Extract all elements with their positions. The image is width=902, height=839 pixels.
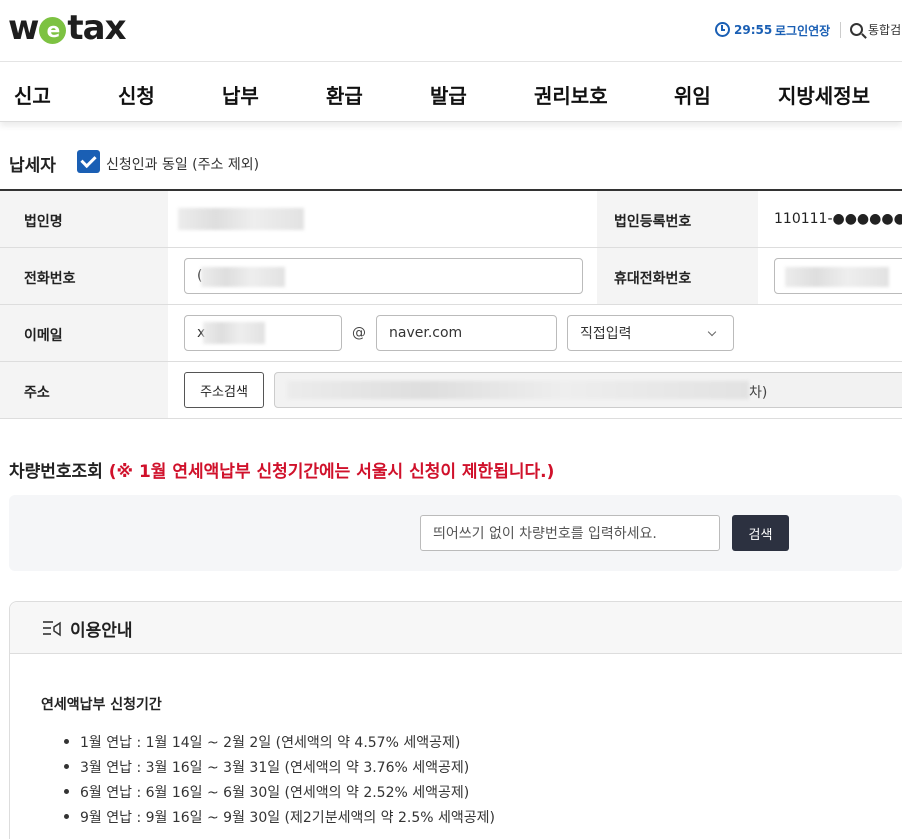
timer-value: 29:55 [734,22,773,37]
corp-name-label: 법인명 [0,191,168,247]
taxpayer-form: 법인명 법인등록번호 110111-●●●●●● 전화번호 ( 휴대전화번호 이… [0,189,902,419]
phone-value-redacted [201,267,285,287]
corp-reg-no-label: 법인등록번호 [597,191,758,247]
top-header: w e tax 29:55 로그인연장 통합검 [0,0,902,62]
usage-guide-title: 이용안내 [70,621,133,641]
address-value-redacted [287,381,749,399]
form-row-phone: 전화번호 ( 휴대전화번호 [0,248,902,305]
email-id-redacted [203,322,265,344]
address-field: 차) [274,372,902,408]
nav-item-refund[interactable]: 환급 [326,80,363,109]
taxpayer-title: 납세자 [9,156,56,176]
search-icon [850,23,863,36]
usage-guide-header: 이용안내 [10,602,902,654]
usage-guide-subtitle: 연세액납부 신청기간 [41,697,162,713]
corp-name-value-redacted [178,208,304,230]
nav-item-local-tax-info[interactable]: 지방세정보 [778,80,870,109]
vehicle-search-button[interactable]: 검색 [732,515,789,551]
vehicle-lookup-heading: 차량번호조회 [9,462,103,482]
logo-text-w: w [8,8,39,48]
integrated-search-button[interactable]: 통합검 [850,21,901,38]
integrated-search-label: 통합검 [868,23,902,37]
list-item: 1월 연납 : 1월 14일 ~ 2월 2일 (연세액의 약 4.57% 세액공… [62,732,495,757]
usage-guide-list: 1월 연납 : 1월 14일 ~ 2월 2일 (연세액의 약 4.57% 세액공… [62,732,495,832]
main-nav: 신고 신청 납부 환급 발급 권리보호 위임 지방세정보 [0,62,902,122]
phone-label: 전화번호 [0,248,168,304]
same-as-applicant-label[interactable]: 신청인과 동일 (주소 제외) [106,154,259,174]
form-row-address: 주소 주소검색 차) [0,362,902,419]
vehicle-lookup-title: 차량번호조회 (※ 1월 연세액납부 신청기간에는 서울시 신청이 제한됩니다.… [9,457,554,482]
header-divider [840,22,841,38]
list-item: 9월 연납 : 9월 16일 ~ 9월 30일 (제2기분세액의 약 2.5% … [62,807,495,832]
logo-e-badge: e [39,16,67,44]
corp-reg-no-value: 110111-●●●●●● [774,211,902,227]
list-item: 6월 연납 : 6월 16일 ~ 6월 30일 (연세액의 약 2.52% 세액… [62,782,495,807]
address-label: 주소 [0,362,168,418]
session-timer: 29:55 [715,22,772,37]
list-item: 3월 연납 : 3월 16일 ~ 3월 31일 (연세액의 약 3.76% 세액… [62,757,495,782]
mobile-value-redacted [785,267,889,287]
nav-item-issue[interactable]: 발급 [430,80,467,109]
mobile-label: 휴대전화번호 [597,248,758,304]
email-id-input[interactable]: x [184,315,342,351]
address-tail-text: 차) [749,385,768,401]
form-row-email: 이메일 x @ naver.com 직접입력 [0,305,902,362]
phone-input[interactable]: ( [184,258,583,294]
clock-icon [715,22,730,37]
email-domain-input[interactable]: naver.com [376,315,557,351]
wetax-logo[interactable]: w e tax [8,8,127,48]
nav-item-payment[interactable]: 납부 [222,80,259,109]
same-as-applicant-checkbox[interactable] [77,150,100,173]
form-row-corp: 법인명 법인등록번호 110111-●●●●●● [0,191,902,248]
guide-list-icon [43,621,61,637]
usage-guide-panel: 이용안내 연세액납부 신청기간 1월 연납 : 1월 14일 ~ 2월 2일 (… [9,601,902,839]
nav-item-delegate[interactable]: 위임 [674,80,711,109]
nav-item-rights[interactable]: 권리보호 [534,80,608,109]
email-domain-select-value: 직접입력 [580,326,632,342]
email-label: 이메일 [0,305,168,361]
vehicle-number-input[interactable]: 띄어쓰기 없이 차량번호를 입력하세요. [420,515,720,551]
nav-item-apply[interactable]: 신청 [118,80,155,109]
email-at-sign: @ [352,325,366,341]
address-search-button[interactable]: 주소검색 [184,372,264,408]
mobile-input[interactable] [774,258,902,294]
nav-item-report[interactable]: 신고 [14,80,51,109]
login-extend-button[interactable]: 로그인연장 [775,22,830,39]
chevron-down-icon [707,327,717,337]
email-domain-select[interactable]: 직접입력 [567,315,734,351]
vehicle-lookup-warning: (※ 1월 연세액납부 신청기간에는 서울시 신청이 제한됩니다.) [108,462,555,482]
logo-text-tax: tax [67,8,126,48]
